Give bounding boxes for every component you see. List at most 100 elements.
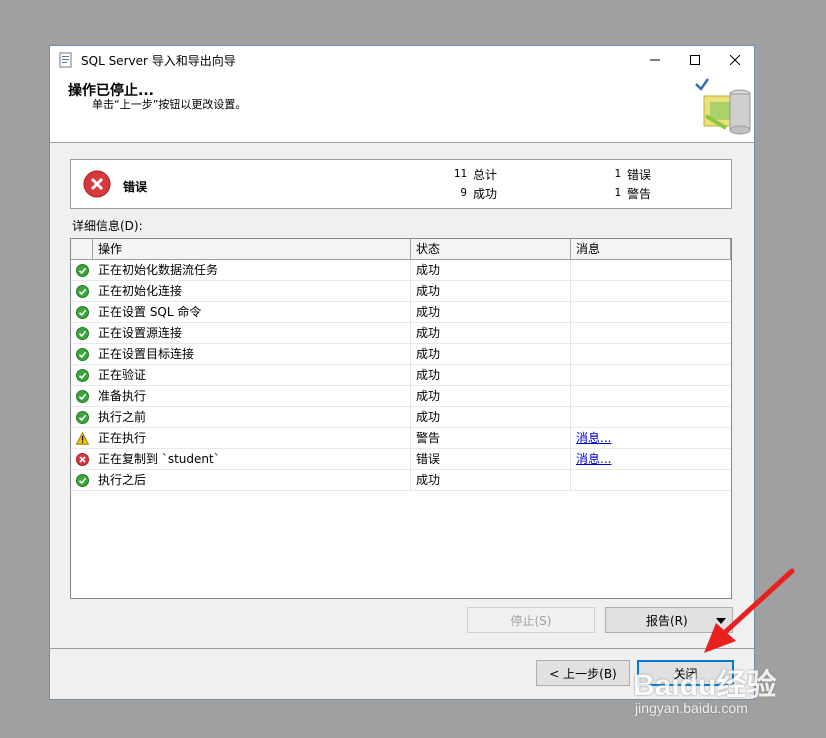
- table-row[interactable]: 正在执行 警告 消息...: [71, 428, 731, 449]
- app-icon: [59, 52, 72, 68]
- error-count: 1: [614, 167, 621, 180]
- maximize-button[interactable]: [675, 46, 715, 74]
- row-status-icon-cell: [71, 344, 93, 364]
- minimize-button[interactable]: [635, 46, 675, 74]
- row-message: [571, 407, 731, 427]
- row-status-icon-cell: [71, 470, 93, 490]
- table-row[interactable]: 准备执行 成功: [71, 386, 731, 407]
- row-status-icon-cell: [71, 428, 93, 448]
- header-icon-column[interactable]: [71, 239, 93, 259]
- report-button-label: 报告(R): [646, 613, 688, 628]
- row-message: [571, 344, 731, 364]
- error-label: 错误: [627, 168, 652, 182]
- title-bar[interactable]: SQL Server 导入和导出向导: [50, 46, 754, 74]
- stop-button[interactable]: 停止(S): [467, 607, 595, 633]
- row-action: 正在设置 SQL 命令: [93, 302, 411, 322]
- success-icon: [76, 264, 89, 277]
- row-status-icon-cell: [71, 365, 93, 385]
- total-count: 11: [453, 167, 467, 180]
- row-status: 成功: [411, 323, 571, 343]
- row-action: 正在验证: [93, 365, 411, 385]
- row-message: [571, 260, 731, 280]
- column-header-message[interactable]: 消息: [571, 239, 731, 259]
- message-link[interactable]: 消息...: [576, 431, 611, 445]
- table-row[interactable]: 正在设置目标连接 成功: [71, 344, 731, 365]
- red-arrow-annotation: [704, 568, 795, 653]
- wizard-window: SQL Server 导入和导出向导 操作已停止... 单击“上一步”按钮以更改…: [49, 45, 755, 700]
- footer-separator: [50, 648, 754, 649]
- back-button[interactable]: < 上一步(B): [536, 660, 630, 686]
- row-message[interactable]: 消息...: [571, 428, 731, 448]
- page-subtitle: 单击“上一步”按钮以更改设置。: [92, 98, 247, 111]
- success-icon: [76, 369, 89, 382]
- summary-panel: 错误 11 总计 9 成功 1 错误 1 警告: [70, 159, 732, 209]
- table-row[interactable]: 执行之后 成功: [71, 470, 731, 491]
- row-status-icon-cell: [71, 302, 93, 322]
- message-link[interactable]: 消息...: [576, 452, 611, 466]
- row-status: 错误: [411, 449, 571, 469]
- watermark-logo: Baidu经验: [633, 669, 777, 702]
- column-header-status[interactable]: 状态: [411, 239, 571, 259]
- maximize-icon: [690, 55, 700, 65]
- warning-label: 警告: [627, 187, 652, 201]
- row-action: 准备执行: [93, 386, 411, 406]
- close-icon: [730, 55, 740, 65]
- error-icon: [76, 453, 89, 466]
- success-icon: [76, 306, 89, 319]
- row-action: 执行之前: [93, 407, 411, 427]
- row-status-icon-cell: [71, 449, 93, 469]
- row-message: [571, 281, 731, 301]
- wizard-database-icon: [695, 78, 751, 135]
- close-window-button[interactable]: [715, 46, 755, 74]
- row-message[interactable]: 消息...: [571, 449, 731, 469]
- table-row[interactable]: 正在复制到 `student` 错误 消息...: [71, 449, 731, 470]
- table-row[interactable]: 正在设置源连接 成功: [71, 323, 731, 344]
- row-message: [571, 323, 731, 343]
- row-status: 成功: [411, 302, 571, 322]
- table-row[interactable]: 正在验证 成功: [71, 365, 731, 386]
- warning-count: 1: [614, 186, 621, 199]
- window-title: SQL Server 导入和导出向导: [81, 54, 236, 68]
- details-label: 详细信息(D):: [72, 219, 143, 233]
- row-status: 成功: [411, 470, 571, 490]
- row-action: 正在执行: [93, 428, 411, 448]
- row-status: 成功: [411, 281, 571, 301]
- error-large-icon: [83, 170, 111, 198]
- success-count: 9: [460, 186, 467, 199]
- row-action: 执行之后: [93, 470, 411, 490]
- row-action: 正在设置目标连接: [93, 344, 411, 364]
- row-status: 成功: [411, 260, 571, 280]
- watermark-url: jingyan.baidu.com: [635, 700, 748, 716]
- success-icon: [76, 474, 89, 487]
- wizard-header: 操作已停止... 单击“上一步”按钮以更改设置。: [50, 74, 754, 143]
- table-row[interactable]: 执行之前 成功: [71, 407, 731, 428]
- table-row[interactable]: 正在初始化数据流任务 成功: [71, 260, 731, 281]
- row-status: 成功: [411, 365, 571, 385]
- warning-icon: [76, 432, 89, 445]
- row-message: [571, 386, 731, 406]
- row-status: 成功: [411, 407, 571, 427]
- details-grid[interactable]: 操作 状态 消息 正在初始化数据流任务 成功 正在初始化连接 成功 正在设置 SQL 命…: [70, 238, 732, 599]
- row-message: [571, 365, 731, 385]
- success-icon: [76, 411, 89, 424]
- row-status-icon-cell: [71, 281, 93, 301]
- table-row[interactable]: 正在设置 SQL 命令 成功: [71, 302, 731, 323]
- success-icon: [76, 285, 89, 298]
- minimize-icon: [650, 59, 660, 61]
- row-status-icon-cell: [71, 407, 93, 427]
- table-row[interactable]: 正在初始化连接 成功: [71, 281, 731, 302]
- row-action: 正在复制到 `student`: [93, 449, 411, 469]
- row-status-icon-cell: [71, 323, 93, 343]
- row-action: 正在设置源连接: [93, 323, 411, 343]
- success-icon: [76, 327, 89, 340]
- row-status-icon-cell: [71, 260, 93, 280]
- success-icon: [76, 390, 89, 403]
- row-action: 正在初始化数据流任务: [93, 260, 411, 280]
- column-header-action[interactable]: 操作: [93, 239, 411, 259]
- row-status-icon-cell: [71, 386, 93, 406]
- baidu-watermark: Baidu经验 jingyan.baidu.com: [633, 660, 793, 722]
- success-label: 成功: [473, 187, 498, 201]
- row-status: 成功: [411, 386, 571, 406]
- row-status: 警告: [411, 428, 571, 448]
- success-icon: [76, 348, 89, 361]
